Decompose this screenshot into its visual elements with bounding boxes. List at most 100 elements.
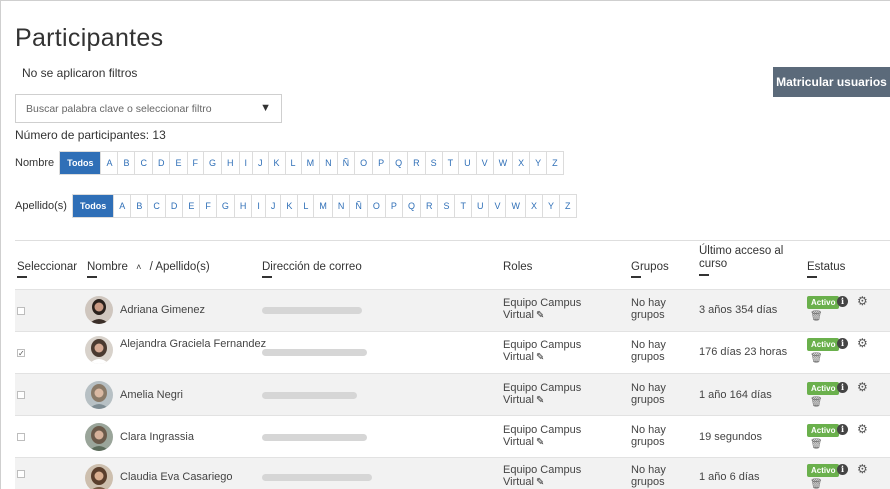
last-name-initial-k[interactable]: K <box>280 195 297 217</box>
participant-name-link[interactable]: Adriana Gimenez <box>120 304 205 316</box>
participant-name-link[interactable]: Alejandra Graciela Fernandez <box>120 338 266 350</box>
last-name-initial-ñ[interactable]: Ñ <box>349 195 367 217</box>
info-icon[interactable]: i <box>837 464 848 475</box>
first-name-initial-b[interactable]: B <box>117 152 134 174</box>
participant-name-link[interactable]: Claudia Eva Casariego <box>120 471 233 483</box>
gear-icon[interactable]: ⚙ <box>857 336 868 350</box>
row-select-checkbox[interactable]: ✓ <box>17 349 25 358</box>
first-name-initial-e[interactable]: E <box>169 152 186 174</box>
first-name-initial-z[interactable]: Z <box>546 152 563 174</box>
filter-search-select[interactable]: Buscar palabra clave o seleccionar filtr… <box>15 94 282 123</box>
sort-dash-icon <box>17 276 27 278</box>
last-name-initial-c[interactable]: C <box>147 195 165 217</box>
name-column-header[interactable]: Nombre ˄ / Apellido(s) <box>87 261 210 278</box>
enroll-users-button[interactable]: Matricular usuarios <box>773 67 890 97</box>
first-name-initial-x[interactable]: X <box>512 152 529 174</box>
trash-icon[interactable]: 🗑 <box>810 311 823 322</box>
first-name-initial-q[interactable]: Q <box>389 152 407 174</box>
email-column-header[interactable]: Dirección de correo <box>262 261 362 278</box>
last-name-initial-q[interactable]: Q <box>401 195 420 217</box>
name-header-label: Nombre <box>87 261 128 273</box>
first-name-initial-i[interactable]: I <box>238 152 253 174</box>
role-line-2: Virtual <box>503 351 534 363</box>
last-name-initial-p[interactable]: P <box>384 195 402 217</box>
last-name-initial-r[interactable]: R <box>419 195 438 217</box>
participant-name-link[interactable]: Amelia Negri <box>120 389 183 401</box>
participant-name-link[interactable]: Clara Ingrassia <box>120 431 194 443</box>
first-name-initial-r[interactable]: R <box>407 152 425 174</box>
last-name-initial-w[interactable]: W <box>505 195 525 217</box>
row-select-checkbox[interactable] <box>17 433 25 441</box>
gear-icon[interactable]: ⚙ <box>857 294 868 308</box>
first-name-initial-a[interactable]: A <box>100 152 117 174</box>
first-name-initial-o[interactable]: O <box>354 152 372 174</box>
row-select-checkbox[interactable] <box>17 391 25 399</box>
last-name-initial-m[interactable]: M <box>313 195 332 217</box>
trash-icon[interactable]: 🗑 <box>810 479 823 489</box>
first-name-initial-h[interactable]: H <box>221 152 239 174</box>
first-name-initial-w[interactable]: W <box>492 152 513 174</box>
first-name-initial-c[interactable]: C <box>134 152 152 174</box>
first-name-initial-k[interactable]: K <box>267 152 285 174</box>
row-select-checkbox[interactable] <box>17 470 25 478</box>
first-name-initial-j[interactable]: J <box>252 152 268 174</box>
trash-icon[interactable]: 🗑 <box>810 397 823 408</box>
gear-icon[interactable]: ⚙ <box>857 462 868 476</box>
last-name-initial-h[interactable]: H <box>233 195 252 217</box>
last-name-initial-b[interactable]: B <box>130 195 147 217</box>
first-name-initial-y[interactable]: Y <box>529 152 546 174</box>
first-name-initial-m[interactable]: M <box>300 152 320 174</box>
last-name-initial-e[interactable]: E <box>182 195 199 217</box>
last-name-initial-n[interactable]: N <box>331 195 350 217</box>
last-name-initial-all[interactable]: Todos <box>72 195 114 217</box>
last-name-initial-u[interactable]: U <box>470 195 489 217</box>
first-name-initial-t[interactable]: T <box>441 152 459 174</box>
last-name-initial-z[interactable]: Z <box>559 195 576 217</box>
first-name-initial-s[interactable]: S <box>424 152 442 174</box>
groups-cell: No hay grupos <box>631 464 666 488</box>
last-name-initial-o[interactable]: O <box>366 195 385 217</box>
info-icon[interactable]: i <box>837 382 848 393</box>
last-name-initial-x[interactable]: X <box>524 195 542 217</box>
gear-icon[interactable]: ⚙ <box>857 422 868 436</box>
first-name-initial-p[interactable]: P <box>372 152 389 174</box>
last-name-initial-j[interactable]: J <box>264 195 281 217</box>
info-icon[interactable]: i <box>837 296 848 307</box>
first-name-initial-n[interactable]: N <box>319 152 337 174</box>
last-access-column-header[interactable]: Último acceso al curso <box>699 245 794 276</box>
pencil-icon[interactable]: ✎ <box>536 352 544 364</box>
first-name-initial-ñ[interactable]: Ñ <box>336 152 355 174</box>
first-name-initial-all[interactable]: Todos <box>60 152 101 174</box>
last-name-initial-s[interactable]: S <box>437 195 454 217</box>
last-name-initial-i[interactable]: I <box>251 195 265 217</box>
last-name-initial-d[interactable]: D <box>164 195 183 217</box>
gear-icon[interactable]: ⚙ <box>857 380 868 394</box>
info-icon[interactable]: i <box>837 338 848 349</box>
first-name-initial-f[interactable]: F <box>186 152 204 174</box>
last-name-initial-a[interactable]: A <box>113 195 130 217</box>
row-select-checkbox[interactable] <box>17 307 25 315</box>
last-name-initial-f[interactable]: F <box>199 195 216 217</box>
trash-icon[interactable]: 🗑 <box>810 353 823 364</box>
first-name-initial-d[interactable]: D <box>151 152 170 174</box>
select-column-header[interactable]: Seleccionar <box>17 261 77 278</box>
last-name-initial-v[interactable]: V <box>488 195 505 217</box>
sort-dash-icon <box>631 276 641 278</box>
last-name-initial-l[interactable]: L <box>297 195 313 217</box>
sort-dash-icon <box>807 276 817 278</box>
pencil-icon[interactable]: ✎ <box>536 477 544 489</box>
pencil-icon[interactable]: ✎ <box>536 437 544 449</box>
last-name-initial-t[interactable]: T <box>454 195 471 217</box>
first-name-initial-v[interactable]: V <box>475 152 493 174</box>
role-line-1: Equipo Campus <box>503 297 582 309</box>
first-name-initial-l[interactable]: L <box>284 152 301 174</box>
first-name-initial-u[interactable]: U <box>458 152 476 174</box>
first-name-initial-g[interactable]: G <box>203 152 221 174</box>
last-name-initial-g[interactable]: G <box>215 195 234 217</box>
avatar <box>85 296 113 324</box>
info-icon[interactable]: i <box>837 424 848 435</box>
pencil-icon[interactable]: ✎ <box>536 395 544 407</box>
pencil-icon[interactable]: ✎ <box>536 310 544 322</box>
last-name-initial-y[interactable]: Y <box>542 195 559 217</box>
trash-icon[interactable]: 🗑 <box>810 439 823 450</box>
